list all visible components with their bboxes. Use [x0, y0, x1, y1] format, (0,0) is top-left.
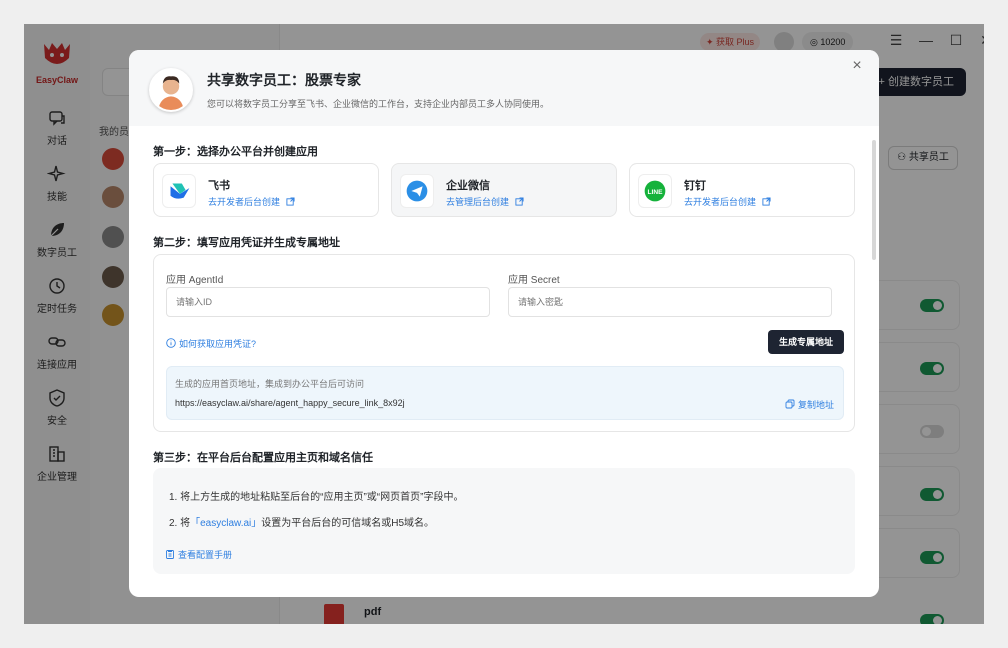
instruction-2-suffix: 设置为平台后台的可信域名或H5域名。 — [261, 518, 435, 529]
modal-subtitle: 您可以将数字员工分享至飞书、企业微信的工作台，支持企业内部员工多人协同使用。 — [207, 99, 550, 109]
info-icon — [166, 338, 176, 348]
modal-header: 共享数字员工：股票专家 您可以将数字员工分享至飞书、企业微信的工作台，支持企业内… — [129, 50, 879, 126]
instruction-1: 1. 将上方生成的地址粘贴至后台的“应用主页”或“网页首页”字段中。 — [169, 492, 464, 503]
copy-address-label: 复制地址 — [798, 400, 835, 410]
step3-title: 第三步：在平台后台配置应用主页和域名信任 — [153, 452, 373, 464]
step1-title: 第一步：选择办公平台并创建应用 — [153, 146, 318, 158]
manual-link-label: 查看配置手册 — [178, 550, 233, 560]
generate-address-label: 生成专属地址 — [778, 337, 833, 347]
help-link-label: 如何获取应用凭证? — [179, 339, 257, 349]
employee-avatar — [149, 68, 193, 112]
close-icon[interactable]: × — [849, 58, 865, 74]
modal-scrollbar[interactable] — [872, 140, 876, 260]
platform-create-link[interactable]: 去开发者后台创建 — [208, 195, 295, 208]
svg-text:LINE: LINE — [648, 189, 664, 196]
external-link-icon — [515, 197, 524, 206]
platform-link-label: 去管理后台创建 — [446, 197, 510, 207]
config-manual-link[interactable]: 查看配置手册 — [165, 548, 232, 561]
platform-link-label: 去开发者后台创建 — [208, 197, 281, 207]
step2-title: 第二步：填写应用凭证并生成专属地址 — [153, 237, 340, 249]
copy-icon — [785, 399, 795, 409]
platform-link-label: 去开发者后台创建 — [684, 197, 757, 207]
modal-title: 共享数字员工：股票专家 — [207, 72, 361, 88]
instruction-2-prefix: 2. 将 — [169, 518, 191, 529]
generate-address-button[interactable]: 生成专属地址 — [768, 330, 844, 354]
secret-input[interactable] — [508, 287, 832, 317]
platform-card-dingtalk[interactable]: LINE 钉钉 去开发者后台创建 — [629, 163, 855, 217]
line-icon: LINE — [638, 174, 672, 208]
generated-url-box: 生成的应用首页地址，集成到办公平台后可访问 https://easyclaw.a… — [166, 366, 844, 420]
url-hint: 生成的应用首页地址，集成到办公平台后可访问 — [175, 379, 365, 389]
clipboard-icon — [166, 550, 174, 559]
platform-create-link[interactable]: 去开发者后台创建 — [684, 195, 771, 208]
platform-name: 企业微信 — [446, 180, 490, 192]
generated-url: https://easyclaw.ai/share/agent_happy_se… — [175, 398, 405, 408]
agent-id-input[interactable] — [166, 287, 490, 317]
config-instructions: 1. 将上方生成的地址粘贴至后台的“应用主页”或“网页首页”字段中。 2. 将「… — [153, 468, 855, 574]
agent-id-label: 应用 AgentId — [166, 275, 224, 286]
wecom-icon — [400, 174, 434, 208]
platform-name: 钉钉 — [684, 180, 706, 192]
share-employee-modal: 共享数字员工：股票专家 您可以将数字员工分享至飞书、企业微信的工作台，支持企业内… — [129, 50, 879, 597]
person-avatar-icon — [151, 70, 191, 110]
feishu-icon — [162, 174, 196, 208]
platform-card-feishu[interactable]: 飞书 去开发者后台创建 — [153, 163, 379, 217]
instruction-2: 2. 将「easyclaw.ai」设置为平台后台的可信域名或H5域名。 — [169, 514, 434, 529]
credential-help-link[interactable]: 如何获取应用凭证? — [166, 337, 256, 350]
external-link-icon — [286, 197, 295, 206]
credentials-box: 应用 AgentId 应用 Secret 如何获取应用凭证? 生成专属地址 生成… — [153, 254, 855, 432]
trusted-domain: 「easyclaw.ai」 — [190, 518, 262, 529]
platform-create-link[interactable]: 去管理后台创建 — [446, 195, 524, 208]
external-link-icon — [762, 197, 771, 206]
secret-label: 应用 Secret — [508, 275, 560, 286]
platform-name: 飞书 — [208, 180, 230, 192]
copy-address-button[interactable]: 复制地址 — [785, 398, 834, 411]
platform-card-wecom[interactable]: 企业微信 去管理后台创建 — [391, 163, 617, 217]
